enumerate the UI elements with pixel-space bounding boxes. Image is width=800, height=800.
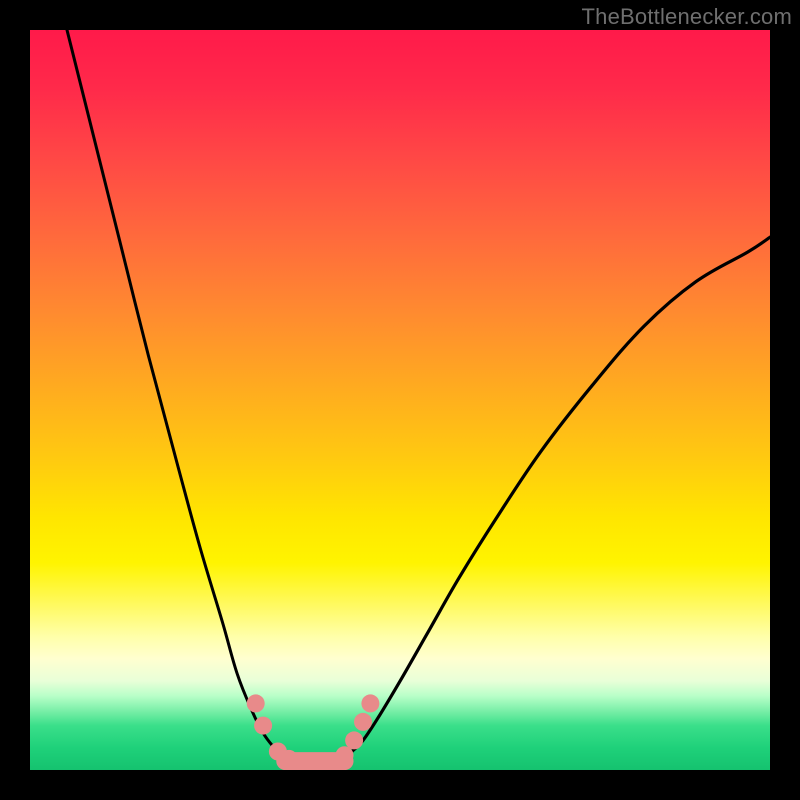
watermark-text: TheBottlenecker.com [582,4,792,30]
data-marker [254,717,272,735]
curve-segment [67,30,289,761]
data-marker [345,731,363,749]
data-marker [354,713,372,731]
data-marker [280,750,298,768]
data-marker [336,746,354,764]
data-marker [247,694,265,712]
plot-area [30,30,770,770]
chart-frame: TheBottlenecker.com [0,0,800,800]
curve-overlay [30,30,770,770]
curve-segment [341,237,770,761]
data-marker [361,694,379,712]
